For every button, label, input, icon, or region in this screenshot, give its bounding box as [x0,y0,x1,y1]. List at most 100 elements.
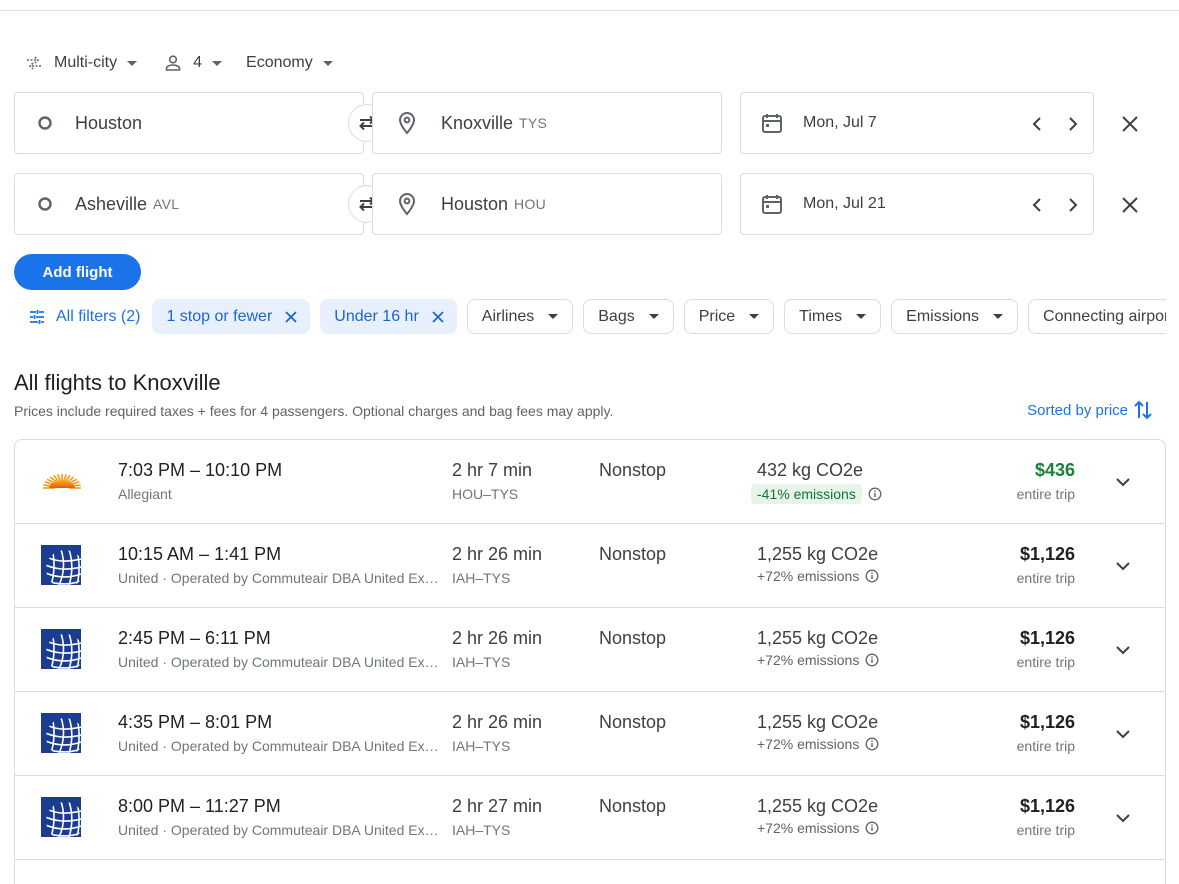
results-subtitle: Prices include required taxes + fees for… [14,403,614,419]
flight-route: IAH–TYS [452,822,511,838]
emissions-delta: +72% emissions [757,568,879,584]
flight-row[interactable]: 8:00 PM – 11:27 PM United · Operated by … [15,776,1165,860]
chevron-left-icon[interactable] [1027,113,1047,135]
flight-route: IAH–TYS [452,738,511,754]
origin-field-leg-1[interactable]: Houston [14,92,364,154]
info-icon[interactable] [865,653,879,667]
connecting-airports-filter-dropdown[interactable]: Connecting airports [1028,299,1166,334]
airlines-filter-dropdown[interactable]: Airlines [466,299,574,334]
sort-arrows-icon [1134,400,1152,420]
destination-city: Houston [441,193,509,214]
flight-row[interactable]: 10:15 AM – 1:41 PM United · Operated by … [15,524,1165,608]
bags-filter-dropdown[interactable]: Bags [583,299,674,334]
caret-down-icon [322,60,333,66]
chip-label: Under 16 hr [334,307,419,325]
expand-chevron-icon[interactable] [1111,638,1135,662]
remove-leg-1-button[interactable] [1118,112,1142,136]
cabin-class-select[interactable]: Economy [246,54,333,72]
chip-label: Emissions [906,307,980,325]
multi-city-arrows-icon [27,56,41,70]
results-title: All flights to Knoxville [14,370,221,395]
duration-filter-chip[interactable]: Under 16 hr [320,299,457,334]
location-pin-icon [373,192,441,216]
airline-logo [41,629,83,671]
flight-times: 7:03 PM – 10:10 PM [118,460,283,480]
destination-field-leg-1[interactable]: Knoxville TYS [372,92,722,154]
info-icon[interactable] [868,487,882,501]
stops-filter-chip[interactable]: 1 stop or fewer [152,299,311,334]
flight-duration: 2 hr 27 min [452,796,543,816]
chevron-right-icon[interactable] [1063,194,1083,216]
flight-stops: Nonstop [599,460,667,480]
flight-row[interactable]: 2:45 PM – 6:11 PM United · Operated by C… [15,608,1165,692]
flight-price: $1,126 [1019,628,1075,648]
tune-icon [30,309,44,324]
origin-circle-icon [15,196,75,212]
expand-chevron-icon[interactable] [1111,554,1135,578]
origin-field-leg-2[interactable]: Asheville AVL [14,173,364,235]
flight-stops: Nonstop [599,796,667,816]
chip-label: Connecting airports [1043,307,1166,325]
airline-logo [41,713,83,755]
flight-price: $436 [1034,460,1075,480]
flight-row[interactable]: 4:35 PM – 8:01 PM United · Operated by C… [15,692,1165,776]
emissions-text: -41% emissions [751,484,862,504]
co2-amount: 1,255 kg CO2e [757,544,879,564]
remove-leg-2-button[interactable] [1118,193,1142,217]
sort-button[interactable]: Sorted by price [1027,398,1154,422]
close-icon[interactable] [284,310,298,324]
co2-amount: 1,255 kg CO2e [757,796,879,816]
cabin-class-label: Economy [246,54,313,71]
flight-duration: 2 hr 26 min [452,628,543,648]
flight-duration: 2 hr 26 min [452,712,543,732]
trip-type-label: Multi-city [54,54,118,71]
origin-code: AVL [153,196,180,212]
info-icon[interactable] [865,737,879,751]
chevron-right-icon[interactable] [1063,113,1083,135]
date-field-leg-1[interactable]: Mon, Jul 7 [740,92,1094,154]
add-flight-button[interactable]: Add flight [14,254,141,290]
trip-type-select[interactable]: Multi-city [24,53,138,73]
info-icon[interactable] [865,821,879,835]
info-icon[interactable] [865,569,879,583]
expand-chevron-icon[interactable] [1111,470,1135,494]
caret-down-icon [993,314,1004,319]
date-field-leg-2[interactable]: Mon, Jul 21 [740,173,1094,235]
expand-chevron-icon[interactable] [1111,722,1135,746]
flight-row[interactable]: 7:03 PM – 10:10 PM Allegiant 2 hr 7 min … [15,440,1165,524]
origin-city: Houston [75,112,143,133]
airline-name: United · Operated by Commuteair DBA Unit… [118,654,444,670]
emissions-text: +72% emissions [757,736,860,752]
caret-down-icon [548,314,559,319]
emissions-text: +72% emissions [757,568,860,584]
origin-circle-icon [15,115,75,131]
chip-label: Price [698,307,736,325]
caret-down-icon [127,60,138,66]
top-divider [0,10,1179,11]
departure-date: Mon, Jul 7 [803,114,877,131]
times-filter-dropdown[interactable]: Times [784,299,882,334]
flight-stops: Nonstop [599,712,667,732]
price-type: entire trip [1016,570,1075,586]
flight-results-list: 7:03 PM – 10:10 PM Allegiant 2 hr 7 min … [14,439,1166,884]
flight-route: IAH–TYS [452,570,511,586]
all-filters-button[interactable]: All filters (2) [14,299,142,334]
all-filters-label: All filters (2) [56,307,141,325]
departure-date: Mon, Jul 21 [803,195,886,212]
airline-logo [41,797,83,839]
trip-options: Multi-city 4 Economy [24,50,333,76]
price-filter-dropdown[interactable]: Price [683,299,775,334]
passengers-select[interactable]: 4 [163,53,223,73]
passenger-count: 4 [193,54,203,71]
destination-field-leg-2[interactable]: Houston HOU [372,173,722,235]
flight-route: IAH–TYS [452,654,511,670]
close-icon[interactable] [431,310,445,324]
flight-price: $1,126 [1019,544,1075,564]
emissions-filter-dropdown[interactable]: Emissions [891,299,1019,334]
chevron-left-icon[interactable] [1027,194,1047,216]
emissions-delta: +72% emissions [757,820,879,836]
expand-chevron-icon[interactable] [1111,806,1135,830]
destination-code: TYS [519,115,548,131]
emissions-text: +72% emissions [757,652,860,668]
filter-bar: All filters (2) 1 stop or fewer Under 16… [0,290,1166,345]
